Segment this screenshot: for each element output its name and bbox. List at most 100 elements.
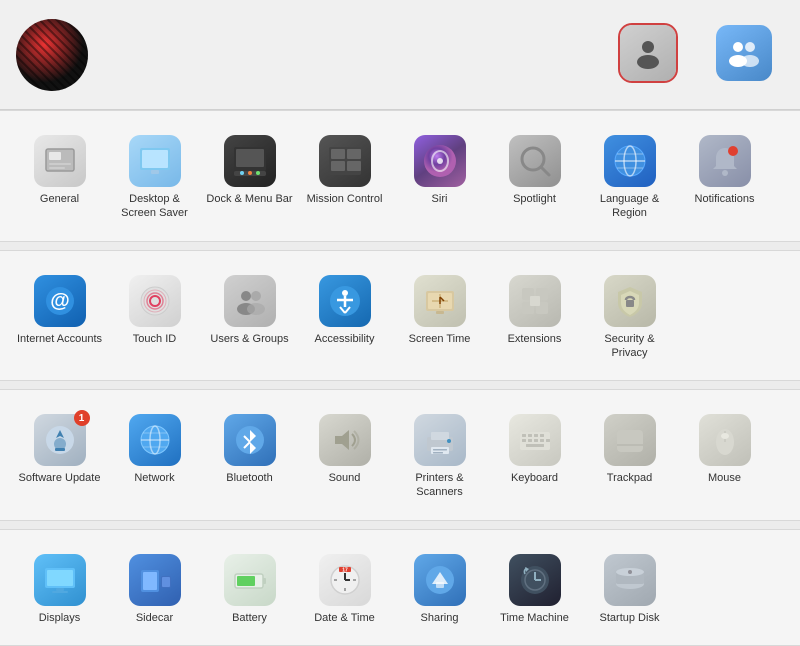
pref-item-notifications[interactable]: Notifications [677, 125, 772, 227]
touchid-label: Touch ID [133, 332, 176, 346]
pref-item-startupdisk[interactable]: Startup Disk [582, 544, 677, 631]
screentime-icon [414, 275, 466, 327]
pref-item-language[interactable]: Language & Region [582, 125, 677, 227]
family-sharing-icon-box [714, 23, 774, 83]
section-section1: General Desktop & Screen Saver Dock & Menu… [0, 110, 800, 242]
pref-item-sharing[interactable]: Sharing [392, 544, 487, 631]
general-icon [34, 135, 86, 187]
sections-container: General Desktop & Screen Saver Dock & Menu… [0, 110, 800, 646]
startupdisk-label: Startup Disk [600, 611, 660, 625]
section-section2: @ Internet Accounts Touch ID Users & Groups… [0, 250, 800, 382]
general-label: General [40, 192, 79, 206]
pref-item-battery[interactable]: Battery [202, 544, 297, 631]
pref-item-sidecar[interactable]: Sidecar [107, 544, 202, 631]
pref-item-software[interactable]: 1 Software Update [12, 404, 107, 506]
pref-item-accessibility[interactable]: Accessibility [297, 265, 392, 367]
datetime-icon: 17 [319, 554, 371, 606]
desktop-icon [129, 135, 181, 187]
trackpad-icon [604, 414, 656, 466]
software-badge: 1 [74, 410, 90, 426]
pref-item-general[interactable]: General [12, 125, 107, 227]
mission-label: Mission Control [307, 192, 383, 206]
mouse-icon [699, 414, 751, 466]
touchid-icon [129, 275, 181, 327]
extensions-icon [509, 275, 561, 327]
users-label: Users & Groups [210, 332, 288, 346]
software-label: Software Update [19, 471, 101, 485]
section-divider [0, 521, 800, 529]
internet-label: Internet Accounts [17, 332, 102, 346]
sidecar-label: Sidecar [136, 611, 173, 625]
dock-label: Dock & Menu Bar [206, 192, 292, 206]
pref-item-sound[interactable]: Sound [297, 404, 392, 506]
timemachine-icon [509, 554, 561, 606]
security-icon [604, 275, 656, 327]
pref-item-network[interactable]: Network [107, 404, 202, 506]
svg-text:17: 17 [342, 567, 348, 573]
top-bar [0, 0, 800, 110]
desktop-label: Desktop & Screen Saver [111, 192, 198, 221]
pref-item-internet[interactable]: @ Internet Accounts [12, 265, 107, 367]
mouse-label: Mouse [708, 471, 741, 485]
pref-item-spotlight[interactable]: Spotlight [487, 125, 582, 227]
network-label: Network [134, 471, 174, 485]
displays-label: Displays [39, 611, 81, 625]
spotlight-label: Spotlight [513, 192, 556, 206]
pref-item-bluetooth[interactable]: Bluetooth [202, 404, 297, 506]
pref-item-timemachine[interactable]: Time Machine [487, 544, 582, 631]
pref-item-users[interactable]: Users & Groups [202, 265, 297, 367]
notifications-label: Notifications [695, 192, 755, 206]
dock-icon [224, 135, 276, 187]
section-section3: 1 Software Update Network Bluetooth SoundPri… [0, 389, 800, 521]
section-divider [0, 242, 800, 250]
printers-icon [414, 414, 466, 466]
apple-id-button[interactable] [608, 23, 688, 87]
software-icon: 1 [34, 414, 86, 466]
pref-item-security[interactable]: Security & Privacy [582, 265, 677, 367]
pref-item-mission[interactable]: Mission Control [297, 125, 392, 227]
extensions-label: Extensions [508, 332, 562, 346]
battery-icon [224, 554, 276, 606]
pref-item-mouse[interactable]: Mouse [677, 404, 772, 506]
pref-item-desktop[interactable]: Desktop & Screen Saver [107, 125, 202, 227]
language-icon [604, 135, 656, 187]
startupdisk-icon [604, 554, 656, 606]
internet-icon: @ [34, 275, 86, 327]
pref-item-dock[interactable]: Dock & Menu Bar [202, 125, 297, 227]
pref-item-printers[interactable]: Printers & Scanners [392, 404, 487, 506]
family-sharing-button[interactable] [704, 23, 784, 87]
security-label: Security & Privacy [586, 332, 673, 361]
pref-item-datetime[interactable]: 17 Date & Time [297, 544, 392, 631]
sharing-label: Sharing [421, 611, 459, 625]
pref-item-touchid[interactable]: Touch ID [107, 265, 202, 367]
trackpad-label: Trackpad [607, 471, 652, 485]
avatar [16, 19, 88, 91]
battery-label: Battery [232, 611, 267, 625]
pref-item-displays[interactable]: Displays [12, 544, 107, 631]
pref-item-siri[interactable]: Siri [392, 125, 487, 227]
section-section4: Displays Sidecar Battery 17 Date & Time Shari… [0, 529, 800, 646]
datetime-label: Date & Time [314, 611, 375, 625]
notifications-icon [699, 135, 751, 187]
pref-item-trackpad[interactable]: Trackpad [582, 404, 677, 506]
spotlight-icon [509, 135, 561, 187]
keyboard-label: Keyboard [511, 471, 558, 485]
sharing-icon [414, 554, 466, 606]
bluetooth-icon [224, 414, 276, 466]
mission-icon [319, 135, 371, 187]
displays-icon [34, 554, 86, 606]
screentime-label: Screen Time [409, 332, 471, 346]
network-icon [129, 414, 181, 466]
apple-id-icon [620, 25, 676, 81]
pref-item-keyboard[interactable]: Keyboard [487, 404, 582, 506]
sound-icon [319, 414, 371, 466]
accessibility-icon [319, 275, 371, 327]
timemachine-label: Time Machine [500, 611, 569, 625]
pref-item-screentime[interactable]: Screen Time [392, 265, 487, 367]
pref-item-extensions[interactable]: Extensions [487, 265, 582, 367]
apple-id-icon-box [618, 23, 678, 83]
bluetooth-label: Bluetooth [226, 471, 272, 485]
top-bar-right [608, 23, 784, 87]
siri-label: Siri [432, 192, 448, 206]
section-divider [0, 381, 800, 389]
